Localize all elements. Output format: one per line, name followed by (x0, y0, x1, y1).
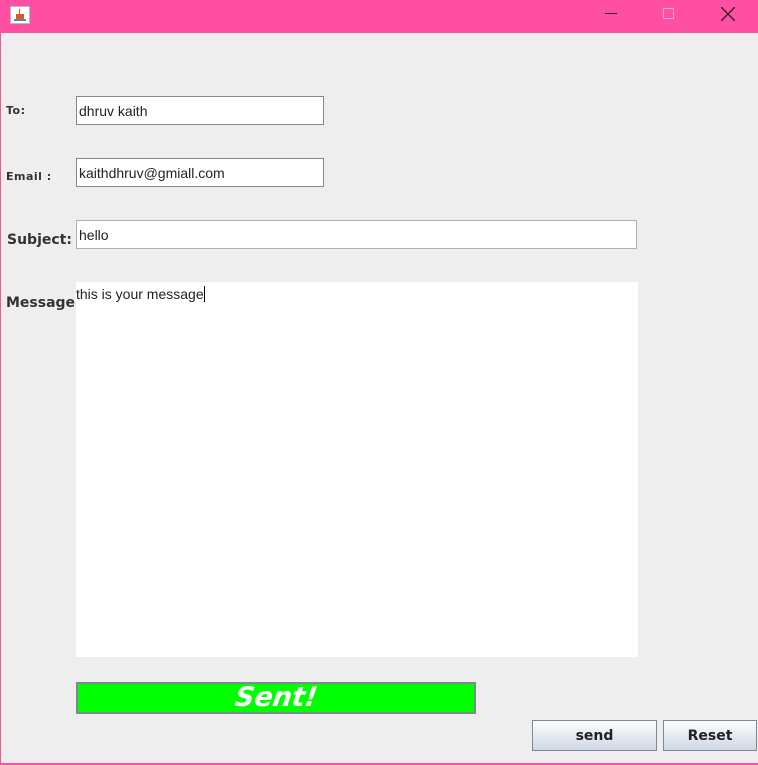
subject-field[interactable] (76, 220, 637, 249)
maximize-icon (663, 8, 674, 19)
status-text: Sent! (232, 682, 320, 713)
title-bar[interactable] (0, 0, 758, 33)
subject-label: Subject: (7, 232, 72, 248)
minimize-button[interactable] (584, 0, 640, 30)
to-label: To: (6, 104, 26, 117)
send-button[interactable]: send (532, 720, 657, 751)
close-button[interactable] (700, 0, 756, 30)
reset-button[interactable]: Reset (663, 720, 757, 751)
email-label: Email : (6, 170, 52, 183)
minimize-icon (605, 13, 617, 14)
message-label: Message: (6, 295, 81, 311)
maximize-button[interactable] (640, 0, 696, 30)
window-border-left (0, 33, 1, 765)
message-text: this is your message (76, 286, 204, 302)
java-app-icon[interactable] (10, 6, 30, 24)
message-textarea[interactable]: this is your message (76, 282, 638, 657)
email-field[interactable] (76, 158, 324, 187)
cup-saucer-shape (14, 19, 26, 21)
to-field[interactable] (76, 96, 324, 125)
status-banner: Sent! (76, 682, 476, 714)
text-caret (203, 286, 205, 302)
close-icon (721, 7, 735, 21)
